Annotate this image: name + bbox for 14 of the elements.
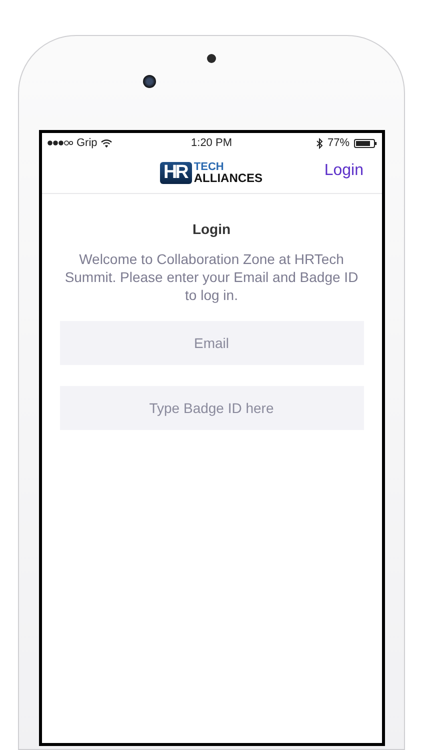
battery-percent: 77%	[327, 137, 350, 149]
login-link[interactable]: Login	[324, 162, 364, 180]
wifi-icon	[101, 138, 112, 148]
signal-icon	[46, 140, 72, 146]
welcome-message: Welcome to Collaboration Zone at HRTech Summit. Please enter your Email and Badge ID to log in.	[64, 250, 360, 304]
speaker-dot	[207, 54, 216, 63]
page-title: Login	[192, 221, 231, 237]
status-time: 1:20 PM	[191, 137, 232, 149]
email-field[interactable]: Email	[60, 321, 364, 365]
battery-icon	[354, 138, 376, 148]
camera-lens	[143, 75, 156, 88]
carrier-name: Grip	[76, 137, 98, 149]
bluetooth-icon	[316, 138, 324, 148]
badge-id-field[interactable]: Type Badge ID here	[60, 386, 364, 430]
